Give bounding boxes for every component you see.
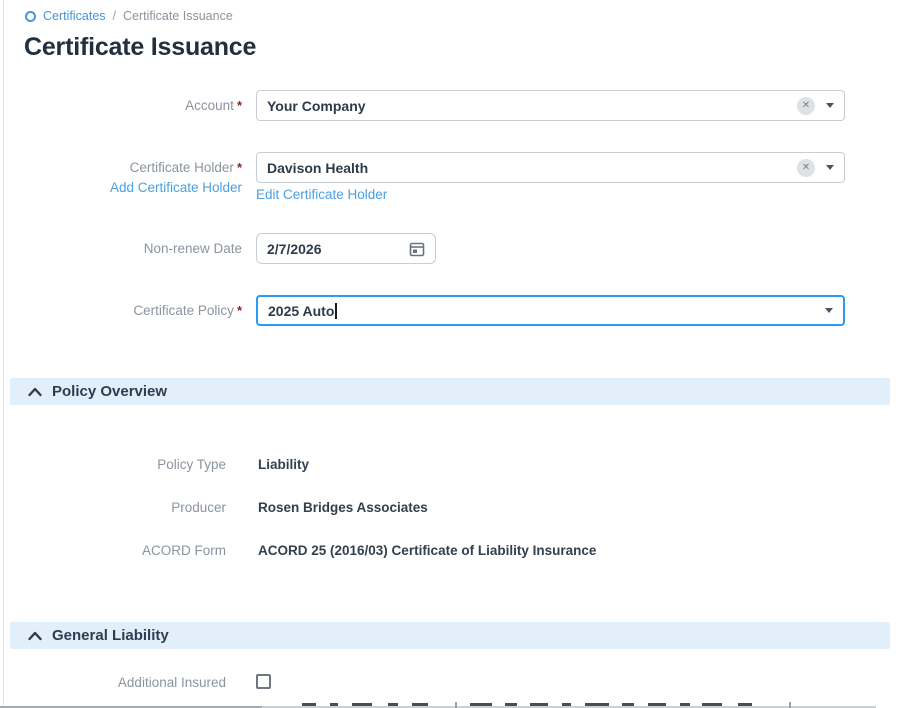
non-renew-date-label: Non-renew Date <box>0 233 242 264</box>
clipped-border-dark <box>0 706 262 708</box>
required-asterisk: * <box>237 160 242 175</box>
page-title: Certificate Issuance <box>24 33 256 62</box>
additional-insured-checkbox[interactable] <box>256 674 271 689</box>
clipped-next-row <box>0 700 900 708</box>
chevron-down-icon[interactable] <box>826 103 834 108</box>
certificate-issuance-page: Certificates / Certificate Issuance Cert… <box>0 0 900 708</box>
chevron-up-icon <box>27 630 43 642</box>
acord-form-value: ACORD 25 (2016/03) Certificate of Liabil… <box>258 543 596 558</box>
calendar-icon[interactable] <box>409 241 425 257</box>
non-renew-date-input[interactable]: 2/7/2026 <box>256 233 436 264</box>
certificate-holder-select[interactable]: Davison Health ✕ <box>256 152 845 183</box>
account-select[interactable]: Your Company ✕ <box>256 90 845 121</box>
chevron-up-icon <box>27 386 43 398</box>
certificate-policy-value: 2025 Auto <box>268 303 334 319</box>
breadcrumb-link-certificates[interactable]: Certificates <box>43 9 106 23</box>
text-caret <box>335 303 337 319</box>
edit-certificate-holder-link[interactable]: Edit Certificate Holder <box>256 187 387 202</box>
add-certificate-holder-link[interactable]: Add Certificate Holder <box>0 180 242 195</box>
section-header-general-liability[interactable]: General Liability <box>10 622 890 649</box>
clipped-divider <box>789 702 791 708</box>
required-asterisk: * <box>237 98 242 113</box>
section-header-policy-overview[interactable]: Policy Overview <box>10 378 890 405</box>
breadcrumb-current: Certificate Issuance <box>123 9 233 23</box>
chevron-down-icon[interactable] <box>825 308 833 313</box>
non-renew-date-value: 2/7/2026 <box>267 241 322 257</box>
acord-form-label: ACORD Form <box>0 543 226 558</box>
certificate-holder-value: Davison Health <box>267 160 368 176</box>
certificates-circle-icon <box>25 11 36 22</box>
clipped-divider <box>455 702 457 708</box>
section-title: General Liability <box>52 627 169 644</box>
chevron-down-icon[interactable] <box>826 165 834 170</box>
required-asterisk: * <box>237 303 242 318</box>
certificate-policy-label: Certificate Policy* <box>0 295 242 326</box>
clear-icon[interactable]: ✕ <box>797 97 815 115</box>
clear-icon[interactable]: ✕ <box>797 159 815 177</box>
policy-type-label: Policy Type <box>0 457 226 472</box>
breadcrumb: Certificates / Certificate Issuance <box>25 9 233 23</box>
account-label: Account* <box>0 90 242 121</box>
breadcrumb-separator: / <box>113 9 116 23</box>
policy-type-value: Liability <box>258 457 309 472</box>
account-value: Your Company <box>267 98 366 114</box>
section-title: Policy Overview <box>52 383 167 400</box>
producer-label: Producer <box>0 500 226 515</box>
additional-insured-label: Additional Insured <box>0 675 226 690</box>
certificate-holder-label: Certificate Holder* <box>0 152 242 183</box>
producer-value: Rosen Bridges Associates <box>258 500 428 515</box>
certificate-policy-combobox[interactable]: 2025 Auto <box>256 295 845 326</box>
